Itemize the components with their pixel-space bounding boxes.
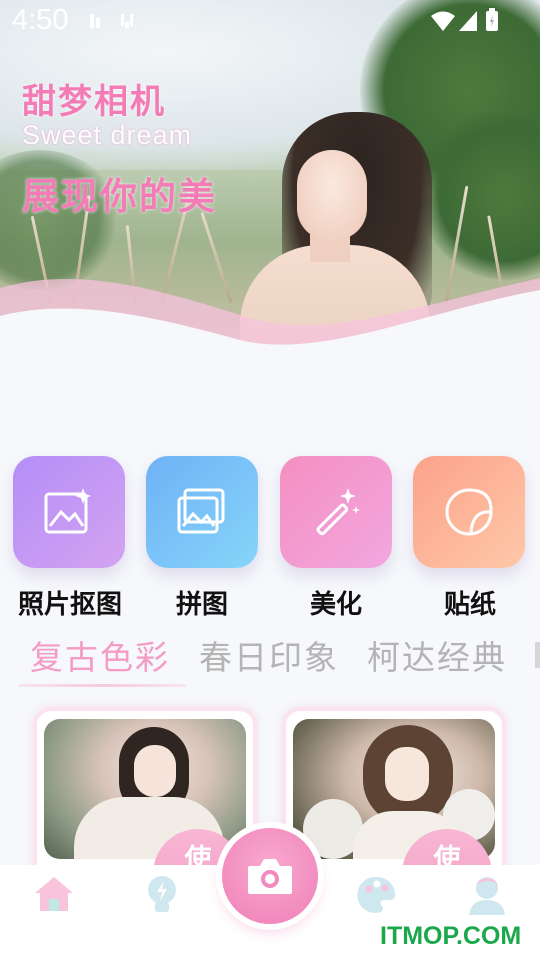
lightbulb-icon[interactable]	[145, 875, 179, 915]
hero-subtitle: Sweet dream	[22, 120, 193, 150]
feature-beautify-button[interactable]	[280, 456, 392, 568]
hero-title: 甜梦相机	[22, 82, 166, 122]
feature-collage-button[interactable]	[146, 456, 258, 568]
palette-icon[interactable]	[357, 875, 397, 915]
tab-overflow-indicator	[535, 642, 540, 668]
hero-tagline: 展现你的美	[22, 175, 217, 218]
battery-icon	[486, 8, 498, 31]
feature-label: 美化	[309, 590, 362, 620]
status-time: 4:50	[12, 4, 69, 36]
hero-wave-divider	[0, 278, 540, 390]
camera-icon	[248, 859, 292, 894]
active-tab-underline	[18, 684, 186, 687]
camera-button[interactable]	[222, 828, 318, 924]
watermark: ITMOP.COM	[380, 922, 522, 950]
notification-icon	[121, 14, 133, 28]
notification-icon	[90, 14, 100, 28]
feature-label: 照片抠图	[17, 590, 122, 620]
tab-retro-colors[interactable]: 复古色彩	[30, 631, 170, 679]
feature-photo-cutout-button[interactable]	[13, 456, 125, 568]
profile-icon[interactable]	[467, 875, 507, 917]
signal-icon	[459, 11, 477, 31]
sticker-icon	[445, 488, 493, 536]
status-bar: 4:50	[0, 0, 540, 46]
feature-label: 贴纸	[443, 590, 496, 620]
magic-wand-icon	[316, 488, 360, 536]
collage-icon	[177, 488, 225, 534]
feature-label: 拼图	[175, 590, 228, 620]
home-icon[interactable]	[33, 875, 75, 913]
person-face	[297, 150, 367, 240]
feature-sticker-button[interactable]	[413, 456, 525, 568]
image-edit-icon	[44, 488, 91, 534]
tab-spring-impression[interactable]: 春日印象	[199, 631, 339, 679]
tab-kodak-classic[interactable]: 柯达经典	[367, 631, 507, 679]
wifi-icon	[431, 11, 455, 31]
